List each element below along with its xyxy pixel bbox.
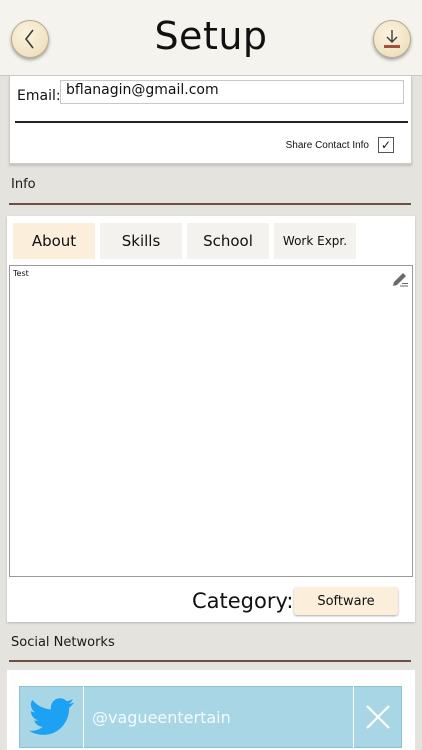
info-section-label: Info bbox=[11, 177, 36, 192]
twitter-bird-icon bbox=[28, 698, 74, 735]
about-text: Test bbox=[13, 269, 29, 278]
twitter-icon-wrap bbox=[20, 686, 84, 748]
info-divider bbox=[9, 203, 411, 205]
remove-twitter-button[interactable] bbox=[353, 686, 401, 748]
social-card: @vagueentertain bbox=[7, 670, 415, 750]
close-icon bbox=[365, 705, 390, 729]
share-contact-checkbox[interactable]: ✓ bbox=[378, 137, 394, 153]
tab-skills[interactable]: Skills bbox=[100, 223, 182, 259]
pencil-icon[interactable] bbox=[391, 269, 409, 287]
divider bbox=[15, 121, 408, 123]
social-section-label: Social Networks bbox=[11, 635, 115, 650]
tab-about[interactable]: About bbox=[13, 223, 95, 259]
email-field[interactable]: bflanagin@gmail.com bbox=[60, 80, 404, 104]
social-divider bbox=[9, 660, 411, 662]
tab-work-experience[interactable]: Work Expr. bbox=[274, 223, 356, 259]
app-header: Setup bbox=[0, 0, 422, 76]
email-label: Email: bbox=[17, 88, 61, 104]
category-label: Category: bbox=[192, 589, 294, 613]
page-title: Setup bbox=[154, 14, 268, 58]
info-card: About Skills School Work Expr. Test Cate… bbox=[7, 216, 415, 622]
share-contact-label: Share Contact Info bbox=[285, 140, 369, 151]
tab-school[interactable]: School bbox=[187, 223, 269, 259]
twitter-handle: @vagueentertain bbox=[92, 707, 231, 727]
save-button[interactable] bbox=[373, 20, 411, 58]
download-icon bbox=[384, 30, 400, 48]
contact-card: Email: bflanagin@gmail.com Share Contact… bbox=[9, 76, 412, 164]
about-textarea[interactable]: Test bbox=[9, 265, 413, 577]
twitter-account-row[interactable]: @vagueentertain bbox=[19, 686, 402, 748]
category-select[interactable]: Software bbox=[294, 587, 398, 615]
